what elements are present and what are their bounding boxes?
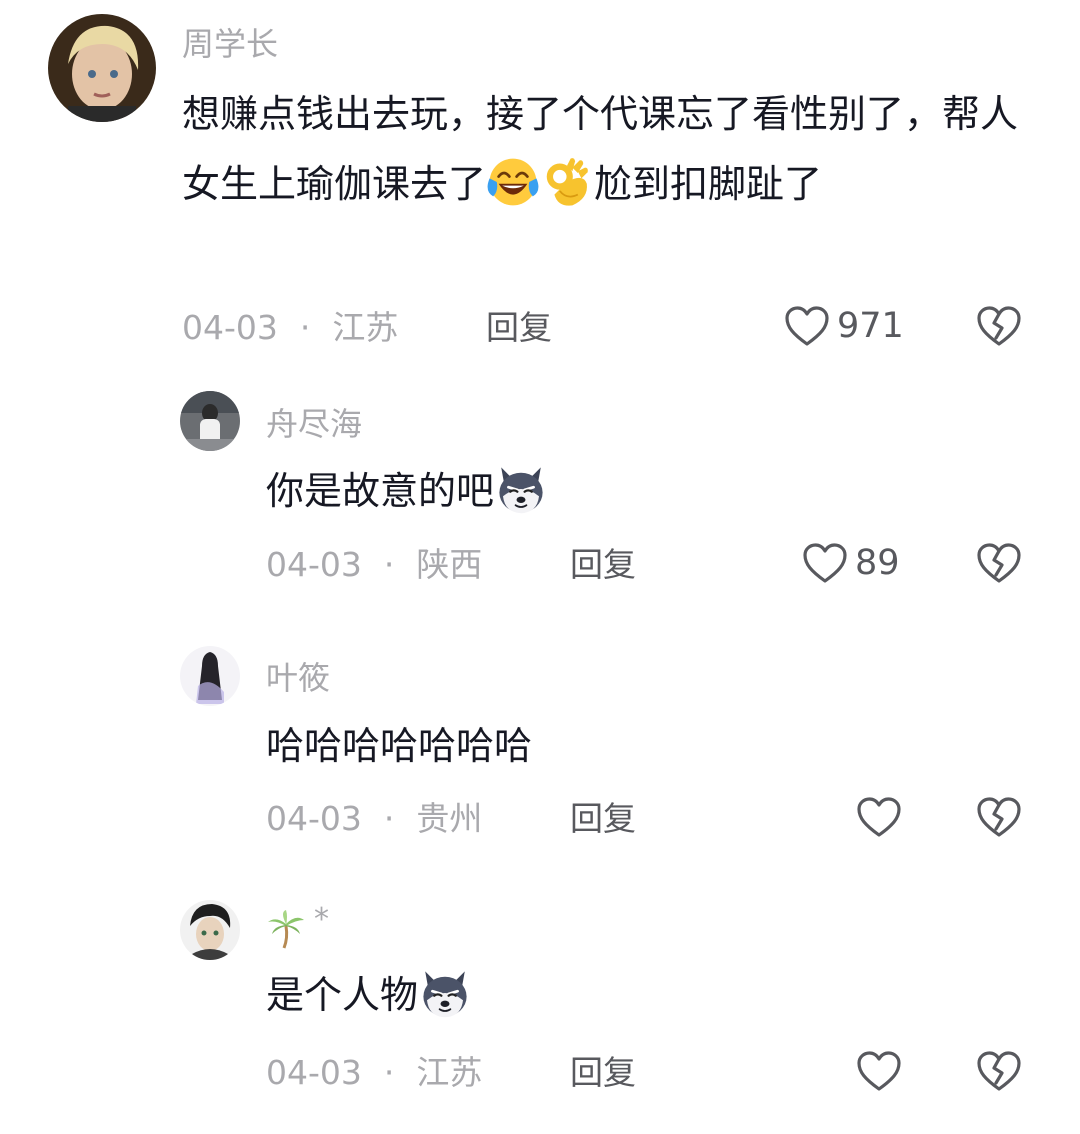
username[interactable]: * xyxy=(266,902,346,950)
comment-meta: 04-03 · 江苏 xyxy=(266,1051,482,1095)
heart-outline-icon xyxy=(855,795,903,839)
avatar[interactable] xyxy=(48,14,156,122)
comment-date: 04-03 xyxy=(266,545,362,584)
comment-text: 哈哈哈哈哈哈哈 xyxy=(266,711,1026,781)
comment-item: 叶筱 哈哈哈哈哈哈哈 04-03 · 贵州 回复 xyxy=(0,636,1080,876)
like-button[interactable]: 971 xyxy=(783,304,904,348)
ok-hand-emoji xyxy=(540,155,594,209)
broken-heart-icon[interactable] xyxy=(975,794,1023,840)
like-button[interactable]: 89 xyxy=(801,541,900,585)
username[interactable]: 叶筱 xyxy=(266,658,330,698)
comment-text-part: 你是故意的吧 xyxy=(266,469,495,513)
laughing-crying-emoji xyxy=(486,155,540,209)
broken-heart-icon[interactable] xyxy=(975,303,1023,349)
comment-meta: 04-03 · 贵州 xyxy=(266,797,482,841)
comment-date: 04-03 xyxy=(266,1053,362,1092)
broken-heart-icon[interactable] xyxy=(975,1048,1023,1094)
husky-dog-emoji xyxy=(418,966,472,1020)
avatar[interactable] xyxy=(180,900,240,960)
comment-item: * 是个人物 04-03 · 江苏 回复 xyxy=(0,890,1080,1130)
heart-outline-icon xyxy=(801,541,849,585)
meta-separator: · xyxy=(383,799,395,838)
heart-outline-icon xyxy=(783,304,831,348)
comment-item: 周学长 想赚点钱出去玩，接了个代课忘了看性别了，帮人女生上瑜伽课去了 尬到扣脚趾了… xyxy=(0,0,1080,370)
comment-location: 陕西 xyxy=(416,545,483,584)
palm-tree-emoji xyxy=(266,910,306,950)
avatar[interactable] xyxy=(180,646,240,706)
comment-date: 04-03 xyxy=(182,308,278,347)
comment-location: 江苏 xyxy=(332,308,399,347)
like-button[interactable] xyxy=(855,1049,903,1093)
comment-meta: 04-03 · 陕西 xyxy=(266,543,482,587)
comment-meta: 04-03 · 江苏 xyxy=(182,306,398,350)
username[interactable]: 周学长 xyxy=(182,24,278,64)
username[interactable]: 舟尽海 xyxy=(266,404,362,444)
comment-text-part: 尬到扣脚趾了 xyxy=(594,162,823,206)
avatar[interactable] xyxy=(180,391,240,451)
comment-text: 想赚点钱出去玩，接了个代课忘了看性别了，帮人女生上瑜伽课去了 尬到扣脚趾了 xyxy=(182,79,1042,219)
meta-separator: · xyxy=(383,545,395,584)
reply-button[interactable]: 回复 xyxy=(570,1051,636,1095)
comment-text: 是个人物 xyxy=(266,960,1026,1030)
meta-separator: · xyxy=(299,308,311,347)
like-count: 89 xyxy=(855,543,900,583)
broken-heart-icon[interactable] xyxy=(975,540,1023,586)
comment-text-part: 哈哈哈哈哈哈哈 xyxy=(266,724,533,768)
comment-location: 江苏 xyxy=(416,1053,483,1092)
comment-item: 舟尽海 你是故意的吧 04-03 · 陕西 回复 89 xyxy=(0,380,1080,620)
comment-text-part: 是个人物 xyxy=(266,973,419,1017)
comment-date: 04-03 xyxy=(266,799,362,838)
reply-button[interactable]: 回复 xyxy=(570,543,636,587)
like-button[interactable] xyxy=(855,795,903,839)
reply-button[interactable]: 回复 xyxy=(486,306,552,350)
heart-outline-icon xyxy=(855,1049,903,1093)
husky-dog-emoji xyxy=(494,462,548,516)
comment-location: 贵州 xyxy=(416,799,483,838)
like-count: 971 xyxy=(837,306,904,346)
meta-separator: · xyxy=(383,1053,395,1092)
username-text: * xyxy=(314,902,329,937)
reply-button[interactable]: 回复 xyxy=(570,797,636,841)
comment-text: 你是故意的吧 xyxy=(266,456,1026,526)
